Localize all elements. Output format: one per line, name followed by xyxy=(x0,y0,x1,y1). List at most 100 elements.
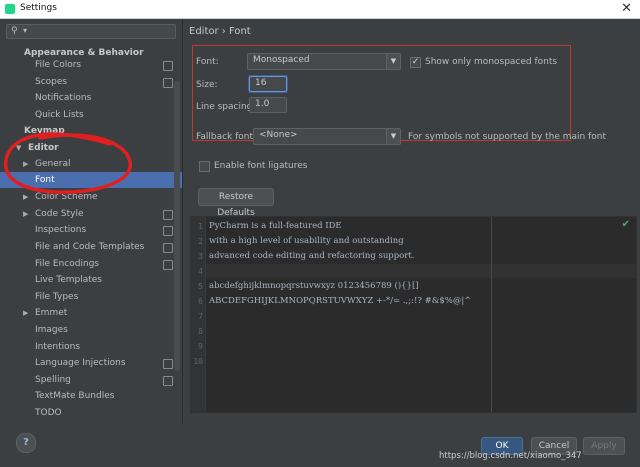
sidebar-item-label: Editor xyxy=(28,143,59,153)
window-title: Settings xyxy=(20,3,57,13)
sidebar-item-label: Intentions xyxy=(35,342,81,352)
sidebar-item-editor[interactable]: ▼ Editor xyxy=(16,140,59,156)
size-value: 16 xyxy=(255,78,267,88)
sidebar-item-label: Images xyxy=(35,325,68,335)
project-settings-icon xyxy=(163,260,173,270)
sidebar-item-file-encodings[interactable]: File Encodings xyxy=(35,256,99,272)
fallback-font-value: <None> xyxy=(259,130,298,140)
font-settings-panel: Editor › Font Font: Monospaced ▼ ✓ Show … xyxy=(183,19,640,424)
window-titlebar: Settings ✕ xyxy=(0,0,640,19)
font-value: Monospaced xyxy=(253,55,310,65)
project-settings-icon xyxy=(163,210,173,220)
fallback-font-hint: For symbols not supported by the main fo… xyxy=(408,132,607,142)
project-settings-icon xyxy=(163,243,173,253)
only-monospaced-checkbox[interactable]: ✓ xyxy=(410,57,421,68)
sidebar-item-quick-lists[interactable]: Quick Lists xyxy=(35,107,84,123)
sidebar-item-file-colors[interactable]: File Colors xyxy=(35,57,81,73)
line-spacing-label: Line spacing: xyxy=(196,102,256,112)
project-settings-icon xyxy=(163,376,173,386)
apply-button[interactable]: Apply xyxy=(583,437,625,455)
line-number: 6 xyxy=(198,297,203,306)
collapsed-arrow-icon[interactable]: ▶ xyxy=(23,305,28,321)
size-input[interactable]: 16 xyxy=(249,76,287,92)
preview-line: with a high level of usability and outst… xyxy=(209,236,404,246)
sidebar-item-label: Emmet xyxy=(35,308,68,318)
sidebar-item-code-style[interactable]: ▶ Code Style xyxy=(23,206,84,222)
expanded-arrow-icon[interactable]: ▼ xyxy=(16,140,21,156)
sidebar-item-intentions[interactable]: Intentions xyxy=(35,339,80,355)
sidebar-item-label: Inspections xyxy=(35,225,87,235)
line-number: 10 xyxy=(193,357,203,366)
search-history-icon[interactable]: ▾ xyxy=(23,26,27,35)
line-number: 9 xyxy=(198,342,203,351)
sidebar-item-keymap[interactable]: Keymap xyxy=(24,123,65,139)
line-number: 4 xyxy=(198,267,203,276)
sidebar-item-label: Scopes xyxy=(35,77,68,87)
collapsed-arrow-icon[interactable]: ▶ xyxy=(23,206,28,222)
help-button[interactable]: ? xyxy=(16,433,36,453)
right-margin-guide xyxy=(491,217,492,412)
sidebar-item-spelling[interactable]: Spelling xyxy=(35,372,71,388)
project-settings-icon xyxy=(163,226,173,236)
font-label: Font: xyxy=(196,57,219,67)
font-preview-editor[interactable]: 1 2 3 4 5 6 7 8 9 10 PyCharm is a full-f… xyxy=(190,216,637,413)
sidebar-item-scopes[interactable]: Scopes xyxy=(35,74,67,90)
sidebar-item-label: Code Style xyxy=(35,209,84,219)
sidebar-item-language-injections[interactable]: Language Injections xyxy=(35,355,126,371)
sidebar-item-label: General xyxy=(35,159,71,169)
sidebar-item-label: File Colors xyxy=(35,60,82,70)
settings-sidebar: ⚲ ▾ Appearance & Behavior File Colors Sc… xyxy=(0,19,183,424)
sidebar-item-label: TextMate Bundles xyxy=(35,391,115,401)
font-ligatures-label: Enable font ligatures xyxy=(214,161,308,171)
line-number: 7 xyxy=(198,312,203,321)
app-icon xyxy=(5,4,15,14)
project-settings-icon xyxy=(163,359,173,369)
caret-row-highlight xyxy=(205,264,636,278)
sidebar-item-label: Quick Lists xyxy=(35,110,84,120)
sidebar-item-color-scheme[interactable]: ▶ Color Scheme xyxy=(23,189,98,205)
preview-line: abcdefghijklmnopqrstuvwxyz 0123456789 ()… xyxy=(209,281,419,291)
sidebar-item-label: Notifications xyxy=(35,93,92,103)
search-input[interactable]: ⚲ ▾ xyxy=(6,24,176,39)
sidebar-item-textmate-bundles[interactable]: TextMate Bundles xyxy=(35,388,114,404)
chevron-down-icon: ▼ xyxy=(386,129,400,144)
sidebar-item-live-templates[interactable]: Live Templates xyxy=(35,272,102,288)
sidebar-item-file-types[interactable]: File Types xyxy=(35,289,78,305)
sidebar-item-label: TODO xyxy=(35,408,62,418)
line-spacing-value: 1.0 xyxy=(255,99,270,109)
preview-line: PyCharm is a full-featured IDE xyxy=(209,221,342,231)
line-number: 5 xyxy=(198,282,203,291)
sidebar-item-label: Language Injections xyxy=(35,358,126,368)
sidebar-item-label: Live Templates xyxy=(35,275,102,285)
sidebar-item-notifications[interactable]: Notifications xyxy=(35,90,91,106)
search-icon: ⚲ xyxy=(11,26,18,36)
sidebar-item-label: File Encodings xyxy=(35,259,100,269)
fallback-font-label: Fallback font: xyxy=(196,132,257,142)
line-number: 1 xyxy=(198,222,203,231)
sidebar-item-images[interactable]: Images xyxy=(35,322,68,338)
sidebar-item-font[interactable]: Font xyxy=(0,172,182,188)
sidebar-item-file-code-templates[interactable]: File and Code Templates xyxy=(35,239,144,255)
restore-defaults-button[interactable]: Restore Defaults xyxy=(198,188,274,218)
watermark-text: https://blog.csdn.net/xiaomo_347 xyxy=(439,451,582,461)
size-label: Size: xyxy=(196,80,218,90)
sidebar-item-emmet[interactable]: ▶ Emmet xyxy=(23,305,68,321)
font-dropdown[interactable]: Monospaced ▼ xyxy=(247,53,401,70)
sidebar-item-label: File and Code Templates xyxy=(35,242,145,252)
fallback-font-dropdown[interactable]: <None> ▼ xyxy=(253,128,401,145)
sidebar-item-general[interactable]: ▶ General xyxy=(23,156,71,172)
font-ligatures-checkbox[interactable] xyxy=(199,161,210,172)
line-number: 2 xyxy=(198,237,203,246)
sidebar-item-label: Font xyxy=(35,175,55,185)
sidebar-item-inspections[interactable]: Inspections xyxy=(35,222,86,238)
sidebar-item-label: Color Scheme xyxy=(35,192,98,202)
line-number: 3 xyxy=(198,252,203,261)
sidebar-scrollbar[interactable] xyxy=(174,81,180,371)
sidebar-item-todo[interactable]: TODO xyxy=(35,405,62,421)
collapsed-arrow-icon[interactable]: ▶ xyxy=(23,156,28,172)
line-number: 8 xyxy=(198,327,203,336)
collapsed-arrow-icon[interactable]: ▶ xyxy=(23,189,28,205)
close-icon[interactable]: ✕ xyxy=(621,1,632,16)
sidebar-item-label: Spelling xyxy=(35,375,71,385)
line-spacing-input[interactable]: 1.0 xyxy=(249,97,287,113)
